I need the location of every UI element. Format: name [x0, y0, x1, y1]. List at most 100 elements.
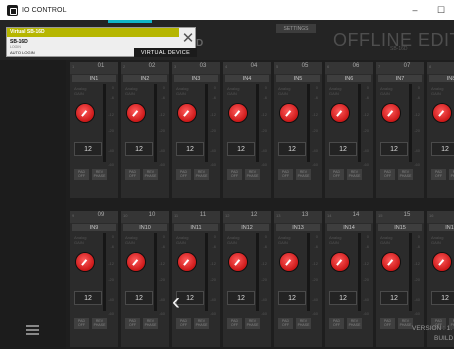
phase-button[interactable]: REVPHASE	[398, 318, 413, 329]
channel-header[interactable]: 1616	[427, 211, 454, 223]
meter-tick: -20	[108, 128, 114, 133]
channel-number: 16	[441, 212, 454, 218]
settings-button[interactable]: SETTINGS	[276, 24, 316, 33]
gain-knob[interactable]	[433, 253, 451, 271]
channel-header[interactable]: 4 04	[223, 62, 271, 74]
gain-value[interactable]: 12	[329, 291, 357, 305]
pad-button[interactable]: PAD OFF	[380, 169, 395, 180]
minimize-button[interactable]: –	[402, 0, 428, 20]
gain-value[interactable]: 12	[125, 142, 153, 156]
gain-value[interactable]: 12	[125, 291, 153, 305]
gain-knob[interactable]	[382, 104, 400, 122]
phase-button[interactable]: REVPHASE	[245, 169, 260, 180]
chevron-left-icon[interactable]: ‹	[172, 290, 180, 314]
channel-header[interactable]: 11 11	[172, 211, 220, 223]
phase-button[interactable]: REVPHASE	[296, 318, 311, 329]
pad-button[interactable]: PAD OFF	[227, 318, 242, 329]
phase-button[interactable]: REVPHASE	[194, 169, 209, 180]
gain-caption-line2: GAIN	[380, 91, 390, 96]
pad-button[interactable]: PAD OFF	[74, 318, 89, 329]
channel-header[interactable]: 14 14	[325, 211, 373, 223]
channel-header[interactable]: 5 05	[274, 62, 322, 74]
meter-tick: -20	[210, 128, 216, 133]
meter-tick: -40	[312, 148, 318, 153]
meter-tick: -20	[108, 277, 114, 282]
gain-value[interactable]: 12	[74, 291, 102, 305]
pad-button[interactable]: PAD OFF	[329, 318, 344, 329]
channel-header[interactable]: 3 03	[172, 62, 220, 74]
gain-knob[interactable]	[331, 104, 349, 122]
phase-button[interactable]: REVPHASE	[143, 318, 158, 329]
gain-knob[interactable]	[178, 253, 196, 271]
channel-header[interactable]: 15 15	[376, 211, 424, 223]
channel-header[interactable]: 13 13	[274, 211, 322, 223]
channel-header[interactable]: 2 02	[121, 62, 169, 74]
pad-button[interactable]: PAD OFF	[380, 318, 395, 329]
gain-knob[interactable]	[229, 104, 247, 122]
channel-header[interactable]: 1 01	[70, 62, 118, 74]
gain-value[interactable]: 12	[431, 142, 454, 156]
gain-value[interactable]: 12	[329, 142, 357, 156]
gain-knob[interactable]	[127, 104, 145, 122]
channel-header[interactable]: 9 09	[70, 211, 118, 223]
pad-button[interactable]: PAD OFF	[278, 169, 293, 180]
channel-header[interactable]: 6 06	[325, 62, 373, 74]
channel-header[interactable]: 12 12	[223, 211, 271, 223]
pad-button[interactable]: PAD OFF	[74, 169, 89, 180]
gain-knob[interactable]	[433, 104, 451, 122]
channel-header[interactable]: 8 08	[427, 62, 454, 74]
gain-value[interactable]: 12	[431, 291, 454, 305]
phase-button[interactable]: REVPHASE	[143, 169, 158, 180]
channel-header[interactable]: 10 10	[121, 211, 169, 223]
phase-button[interactable]: REVPHASE	[92, 169, 107, 180]
pad-button[interactable]: PAD OFF	[176, 318, 191, 329]
meter-tick: -60	[159, 311, 165, 316]
gain-knob[interactable]	[331, 253, 349, 271]
gain-value[interactable]: 12	[278, 142, 306, 156]
gain-value[interactable]: 12	[176, 142, 204, 156]
gain-value[interactable]: 12	[380, 291, 408, 305]
gain-knob[interactable]	[229, 253, 247, 271]
phase-button[interactable]: REVPHASE	[296, 169, 311, 180]
close-icon[interactable]: ✕	[179, 28, 197, 48]
level-meter	[307, 233, 310, 311]
pad-button[interactable]: PAD OFF	[329, 169, 344, 180]
pad-button[interactable]: PAD OFF	[125, 169, 140, 180]
level-meter	[358, 233, 361, 311]
pad-button[interactable]: PAD OFF	[176, 169, 191, 180]
pad-button-line2: OFF	[282, 323, 289, 327]
auto-login-option[interactable]: AUTO LOGIN	[10, 50, 35, 55]
phase-button[interactable]: REVPHASE	[449, 169, 454, 180]
gain-value[interactable]: 12	[380, 142, 408, 156]
pad-button[interactable]: PAD OFF	[125, 318, 140, 329]
menu-icon[interactable]	[26, 325, 39, 335]
channel-header[interactable]: 7 07	[376, 62, 424, 74]
meter-tick: -6	[161, 244, 165, 249]
gain-knob[interactable]	[382, 253, 400, 271]
device-popup[interactable]: Virtual SB-16D SB-16D LOGIN AUTO LOGIN ✕…	[6, 27, 197, 57]
phase-button[interactable]: REVPHASE	[92, 318, 107, 329]
phase-button[interactable]: REVPHASE	[347, 318, 362, 329]
meter-tick: -60	[414, 162, 420, 167]
gain-value[interactable]: 12	[227, 142, 255, 156]
channel-strip: 13 13 IN13 Analog GAIN 0 -6 -12 -20 -40 -60 12 PAD OF…	[274, 211, 322, 347]
gain-knob[interactable]	[280, 104, 298, 122]
pad-button[interactable]: PAD OFF	[431, 169, 446, 180]
gain-value[interactable]: 12	[74, 142, 102, 156]
gain-knob[interactable]	[178, 104, 196, 122]
phase-button[interactable]: REVPHASE	[347, 169, 362, 180]
gain-knob[interactable]	[76, 104, 94, 122]
gain-value[interactable]: 12	[278, 291, 306, 305]
phase-button[interactable]: REVPHASE	[245, 318, 260, 329]
pad-button[interactable]: PAD OFF	[278, 318, 293, 329]
phase-button[interactable]: REVPHASE	[194, 318, 209, 329]
gain-value[interactable]: 12	[227, 291, 255, 305]
gain-knob[interactable]	[280, 253, 298, 271]
gain-knob[interactable]	[76, 253, 94, 271]
phase-button[interactable]: REVPHASE	[398, 169, 413, 180]
pad-button[interactable]: PAD OFF	[227, 169, 242, 180]
gain-knob[interactable]	[127, 253, 145, 271]
gain-value[interactable]: 12	[176, 291, 204, 305]
maximize-button[interactable]: ☐	[428, 0, 454, 20]
meter-tick: 0	[162, 234, 165, 239]
